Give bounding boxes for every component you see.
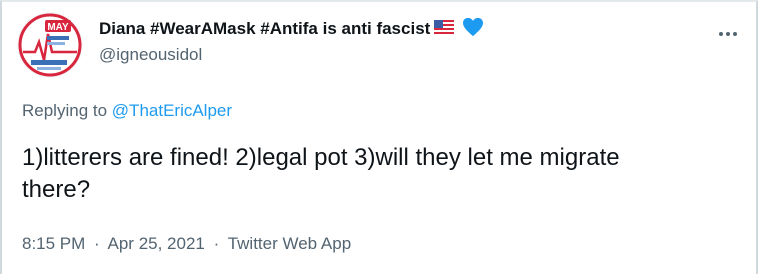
avatar[interactable]: MAY — [17, 12, 83, 78]
replying-to: Replying to @ThatEricAlper — [22, 101, 232, 121]
user-handle[interactable]: @igneousidol — [99, 45, 696, 65]
display-name-row: Diana #WearAMask #Antifa is anti fascist — [99, 16, 696, 42]
tweet-date[interactable]: Apr 25, 2021 — [108, 234, 205, 253]
svg-text:MAY: MAY — [47, 22, 69, 33]
tweet-text: 1)litterers are fined! 2)legal pot 3)wil… — [22, 142, 742, 206]
reply-mention-link[interactable]: @ThatEricAlper — [112, 101, 232, 120]
meta-separator: · — [94, 234, 100, 253]
meta-separator: · — [213, 234, 220, 253]
display-name[interactable]: Diana #WearAMask #Antifa is anti fascist — [99, 19, 430, 39]
tweet-text-line-2: there? — [22, 176, 91, 203]
tweet-text-line-1: 1)litterers are fined! 2)legal pot 3)wil… — [22, 144, 620, 171]
tweet-meta: 8:15 PM · Apr 25, 2021 · Twitter Web App — [22, 234, 351, 254]
tweet-time[interactable]: 8:15 PM — [22, 234, 85, 253]
blue-heart-icon — [462, 17, 484, 42]
tweet-header: Diana #WearAMask #Antifa is anti fascist… — [99, 16, 696, 65]
more-dots-icon[interactable] — [718, 24, 738, 42]
tweet-card: MAY Diana #WearAMask #Antifa is anti fas… — [0, 0, 758, 274]
avatar-logo-icon: MAY — [17, 12, 83, 78]
tweet-source[interactable]: Twitter Web App — [228, 234, 351, 253]
replying-prefix: Replying to — [22, 101, 108, 120]
us-flag-icon — [434, 19, 455, 39]
